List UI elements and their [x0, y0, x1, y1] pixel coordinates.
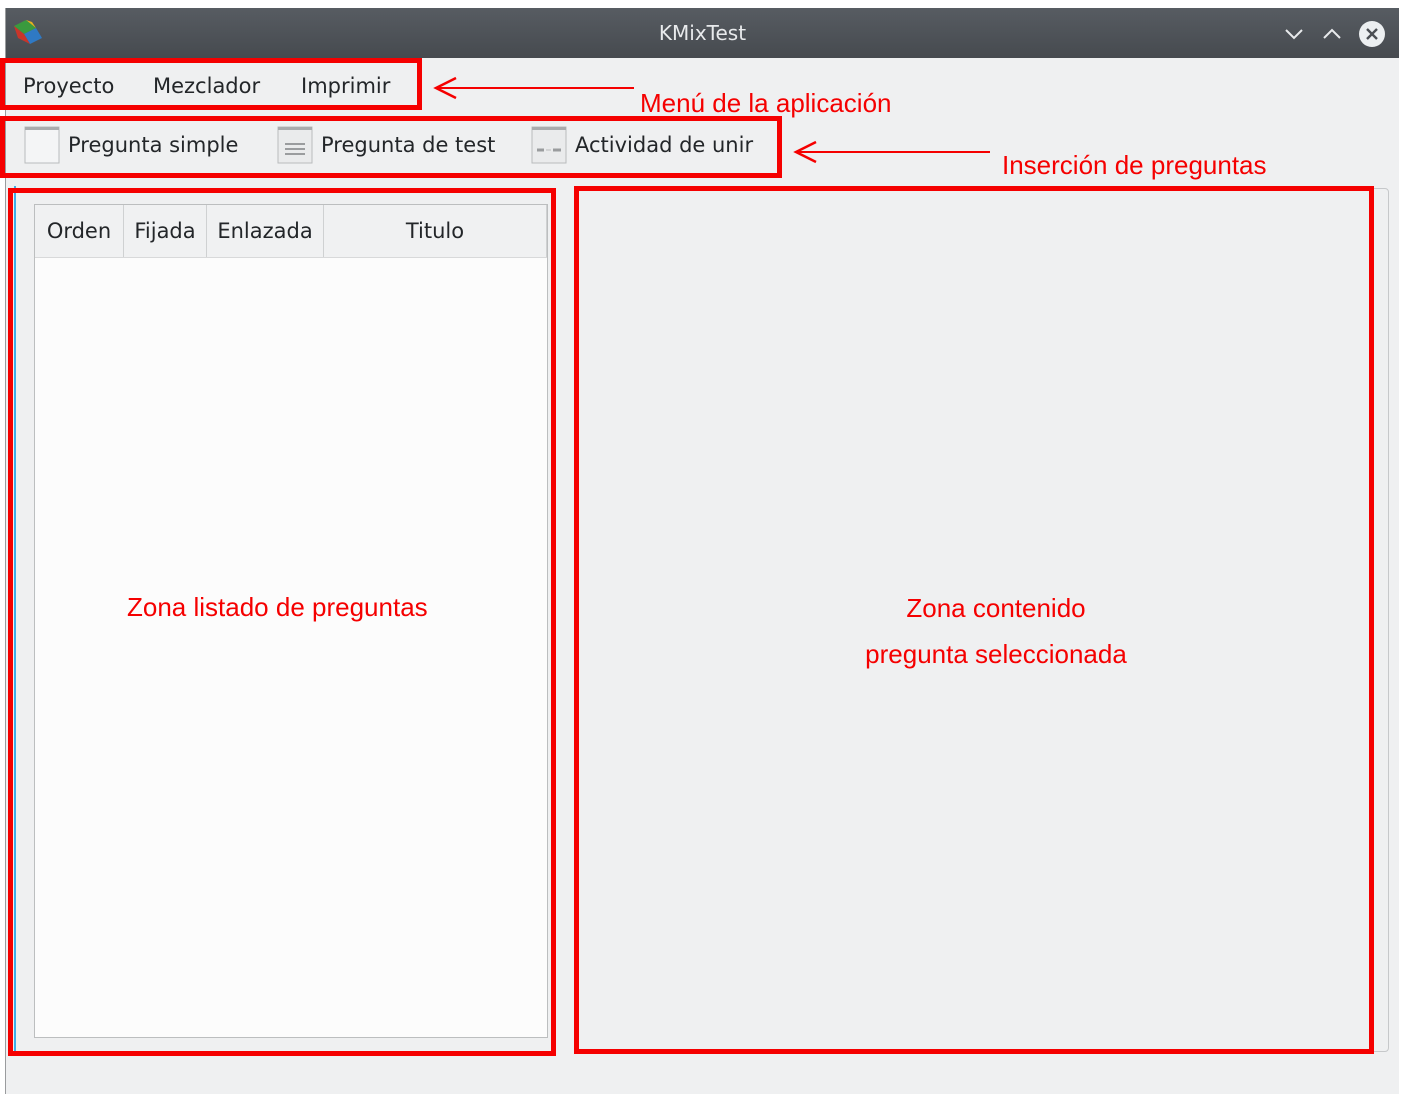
toolbar-highlight-box — [0, 116, 782, 178]
menu-annotation: Menú de la aplicación — [640, 88, 892, 118]
insertion-annotation: Inserción de preguntas — [1002, 150, 1267, 180]
window-title: KMixTest — [658, 21, 747, 45]
chevron-up-icon — [1323, 28, 1341, 39]
list-zone-annotation: Zona listado de preguntas — [127, 592, 428, 622]
maximize-button[interactable] — [1318, 20, 1346, 48]
arrow-left-icon — [793, 140, 990, 164]
minimize-button[interactable] — [1280, 20, 1308, 48]
arrow-left-icon — [433, 76, 634, 100]
close-button[interactable] — [1358, 20, 1386, 48]
menu-highlight-box — [0, 58, 422, 110]
title-bar[interactable]: KMixTest — [6, 8, 1399, 58]
content-zone-annotation-line2: pregunta seleccionada — [865, 639, 1127, 669]
content-zone-annotation-line1: Zona contenido — [906, 593, 1086, 623]
close-icon — [1359, 21, 1385, 47]
chevron-down-icon — [1285, 29, 1303, 40]
list-zone-highlight-box — [8, 188, 556, 1056]
